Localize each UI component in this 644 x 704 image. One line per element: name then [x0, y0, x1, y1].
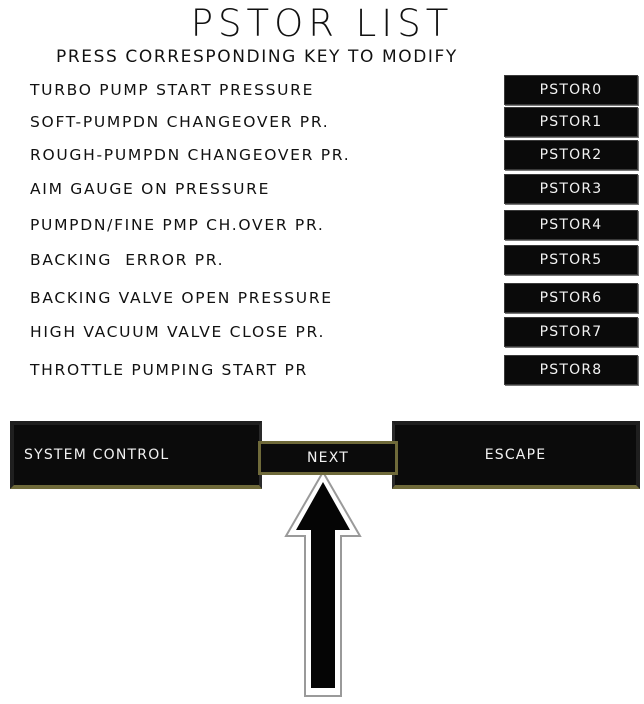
- pstor-row-label: TURBO PUMP START PRESSURE: [30, 81, 315, 99]
- page-instruction: PRESS CORRESPONDING KEY TO MODIFY: [56, 47, 458, 67]
- pstor-row-label: THROTTLE PUMPING START PR: [30, 361, 308, 379]
- pstor-row: SOFT-PUMPDN CHANGEOVER PR. PSTOR1: [0, 107, 644, 137]
- pstor-row: HIGH VACUUM VALVE CLOSE PR. PSTOR7: [0, 317, 644, 347]
- pstor-row: PUMPDN/FINE PMP CH.OVER PR. PSTOR4: [0, 210, 644, 240]
- pstor3-button[interactable]: PSTOR3: [504, 174, 638, 204]
- pstor-row: AIM GAUGE ON PRESSURE PSTOR3: [0, 174, 644, 204]
- pstor-row: BACKING VALVE OPEN PRESSURE PSTOR6: [0, 283, 644, 313]
- pstor6-button[interactable]: PSTOR6: [504, 283, 638, 313]
- pstor-row: BACKING ERROR PR. PSTOR5: [0, 245, 644, 275]
- pstor1-button[interactable]: PSTOR1: [504, 107, 638, 137]
- arrow-up-icon: [284, 470, 362, 697]
- pstor-row-label: AIM GAUGE ON PRESSURE: [30, 180, 271, 198]
- pstor-row-label: HIGH VACUUM VALVE CLOSE PR.: [30, 323, 326, 341]
- pstor-row-label: ROUGH-PUMPDN CHANGEOVER PR.: [30, 146, 351, 164]
- next-button[interactable]: NEXT: [258, 441, 398, 475]
- pstor2-button[interactable]: PSTOR2: [504, 140, 638, 170]
- pstor5-button[interactable]: PSTOR5: [504, 245, 638, 275]
- pstor-row-label: BACKING VALVE OPEN PRESSURE: [30, 289, 333, 307]
- pstor-row-label: PUMPDN/FINE PMP CH.OVER PR.: [30, 216, 325, 234]
- page-title: PSTOR LIST: [190, 2, 454, 45]
- pstor7-button[interactable]: PSTOR7: [504, 317, 638, 347]
- system-control-button[interactable]: SYSTEM CONTROL: [10, 421, 262, 489]
- pstor-row: ROUGH-PUMPDN CHANGEOVER PR. PSTOR2: [0, 140, 644, 170]
- pstor-row-label: BACKING ERROR PR.: [30, 251, 225, 269]
- pstor-row-label: SOFT-PUMPDN CHANGEOVER PR.: [30, 113, 330, 131]
- pstor8-button[interactable]: PSTOR8: [504, 355, 638, 385]
- pstor-row: TURBO PUMP START PRESSURE PSTOR0: [0, 75, 644, 105]
- pstor-row: THROTTLE PUMPING START PR PSTOR8: [0, 355, 644, 385]
- pstor0-button[interactable]: PSTOR0: [504, 75, 638, 105]
- pstor4-button[interactable]: PSTOR4: [504, 210, 638, 240]
- escape-button[interactable]: ESCAPE: [392, 421, 640, 489]
